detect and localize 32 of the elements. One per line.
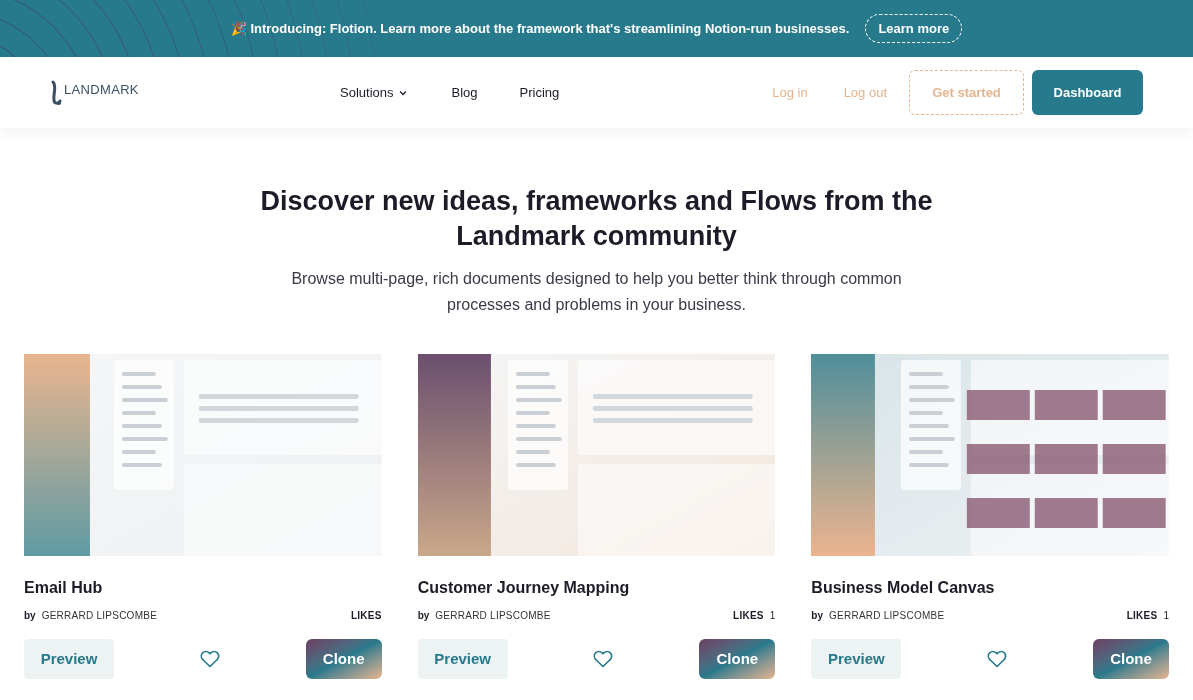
nav-link[interactable]: Solutions [340,82,410,103]
byline-prefix: by [24,609,36,623]
likes-label: LIKES [1126,609,1158,623]
clone-button[interactable]: Clone [699,639,776,679]
clone-button[interactable]: Clone [1093,639,1169,679]
hero-subtitle: Browse multi-page, rich documents designed to help you better think through common processes and problems in your business. [290,269,903,315]
author-name: GERRARD LIPSCOMBE [435,609,551,623]
likes-label: LIKES [733,609,764,623]
preview-button[interactable]: Preview [24,639,114,679]
heart-icon[interactable] [199,649,220,669]
preview-button[interactable]: Preview [417,639,508,679]
author-name: GERRARD LIPSCOMBE [829,609,945,623]
author-name: GERRARD LIPSCOMBE [41,609,158,623]
likes-label: LIKES [350,609,382,623]
card-title: Business Model Canvas [811,578,996,598]
likes-count: 1 [769,609,776,623]
byline-prefix: by [811,609,823,623]
heart-icon[interactable] [593,649,614,669]
byline-prefix: by [417,609,430,623]
card-title: Customer Journey Mapping [417,578,631,598]
logo-text: LANDMARK [64,81,139,99]
nav-link[interactable]: Blog [451,82,478,103]
preview-button[interactable]: Preview [811,639,902,679]
nav-link[interactable]: Pricing [519,82,560,103]
likes-count: 1 [1163,609,1169,623]
card-title: Email Hub [24,578,104,598]
banner-text: 🎉 Introducing: Flotion. Learn more about the framework that's streamlining Notion-run businesses. [230,19,850,38]
hero-title: Discover new ideas, frameworks and Flows from the Landmark community [259,185,934,253]
dashboard-button[interactable]: Dashboard [1032,70,1143,115]
clone-button[interactable]: Clone [305,639,382,679]
heart-icon[interactable] [987,649,1008,669]
logo-icon [50,79,62,106]
